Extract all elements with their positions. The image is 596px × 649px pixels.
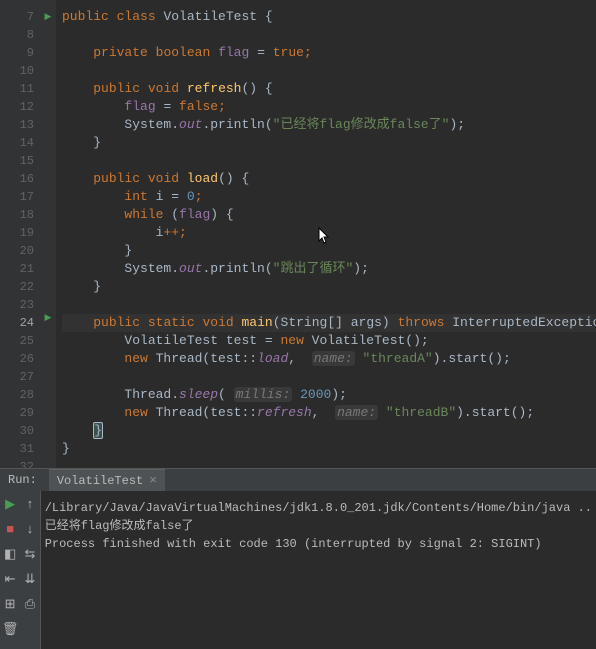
- rerun-icon[interactable]: ▶: [5, 497, 15, 512]
- line-number: 25: [0, 332, 40, 350]
- run-gutter-icon[interactable]: ▶: [45, 12, 52, 22]
- marker-strip: ▶ ▶: [40, 0, 56, 468]
- code-editor[interactable]: 7 8 9 10 11 12 13 14 15 16 17 18 19 20 2…: [0, 0, 596, 468]
- scroll-icon[interactable]: ⇊: [25, 572, 36, 587]
- line-number: 9: [0, 44, 40, 62]
- run-panel: Run: VolatileTest × ▶ ■ ◧ ⇤ ⊞ 🗑 ↑ ↓ ⇆ ⇊ …: [0, 468, 596, 649]
- line-number: 22: [0, 278, 40, 296]
- line-number: 31: [0, 440, 40, 458]
- exit-icon[interactable]: ⇤: [5, 572, 16, 587]
- run-header: Run: VolatileTest ×: [0, 469, 596, 491]
- line-number: 27: [0, 368, 40, 386]
- code-area[interactable]: public class VolatileTest { private bool…: [56, 0, 596, 468]
- line-number: 28: [0, 386, 40, 404]
- line-number: 14: [0, 134, 40, 152]
- line-number: 15: [0, 152, 40, 170]
- line-number: 11: [0, 80, 40, 98]
- wrap-icon[interactable]: ⇆: [25, 547, 36, 562]
- camera-icon[interactable]: ◧: [4, 547, 16, 562]
- line-number: 21: [0, 260, 40, 278]
- run-toolbar-left: ▶ ■ ◧ ⇤ ⊞ 🗑: [0, 491, 20, 649]
- line-number: 24: [0, 314, 40, 332]
- line-number: 30: [0, 422, 40, 440]
- line-number: 18: [0, 206, 40, 224]
- stop-icon[interactable]: ■: [6, 522, 14, 537]
- trash-icon[interactable]: 🗑: [2, 622, 19, 637]
- line-gutter: 7 8 9 10 11 12 13 14 15 16 17 18 19 20 2…: [0, 0, 40, 468]
- line-number: 29: [0, 404, 40, 422]
- up-arrow-icon[interactable]: ↑: [26, 497, 34, 512]
- line-number: 7: [0, 8, 40, 26]
- run-label: Run:: [8, 473, 37, 487]
- run-toolbar-right: ↑ ↓ ⇆ ⇊ ⎙: [20, 491, 40, 649]
- console-line: Process finished with exit code 130 (int…: [45, 535, 592, 553]
- console-line: /Library/Java/JavaVirtualMachines/jdk1.8…: [45, 499, 592, 517]
- line-number: 10: [0, 62, 40, 80]
- run-tab-title: VolatileTest: [57, 474, 143, 488]
- line-number: 17: [0, 188, 40, 206]
- run-gutter-icon[interactable]: ▶: [45, 313, 52, 323]
- down-arrow-icon[interactable]: ↓: [26, 522, 34, 537]
- line-number: 12: [0, 98, 40, 116]
- line-number: 32: [0, 458, 40, 468]
- run-tab[interactable]: VolatileTest ×: [49, 469, 165, 491]
- line-number: 8: [0, 26, 40, 44]
- line-number: 23: [0, 296, 40, 314]
- line-number: 16: [0, 170, 40, 188]
- console-output[interactable]: /Library/Java/JavaVirtualMachines/jdk1.8…: [41, 491, 596, 649]
- line-number: 13: [0, 116, 40, 134]
- layout-icon[interactable]: ⊞: [5, 597, 16, 612]
- close-icon[interactable]: ×: [149, 473, 157, 488]
- line-number: 26: [0, 350, 40, 368]
- line-number: 19: [0, 224, 40, 242]
- console-line: 已经将flag修改成false了: [45, 517, 592, 535]
- print-icon[interactable]: ⎙: [25, 597, 35, 612]
- line-number: 20: [0, 242, 40, 260]
